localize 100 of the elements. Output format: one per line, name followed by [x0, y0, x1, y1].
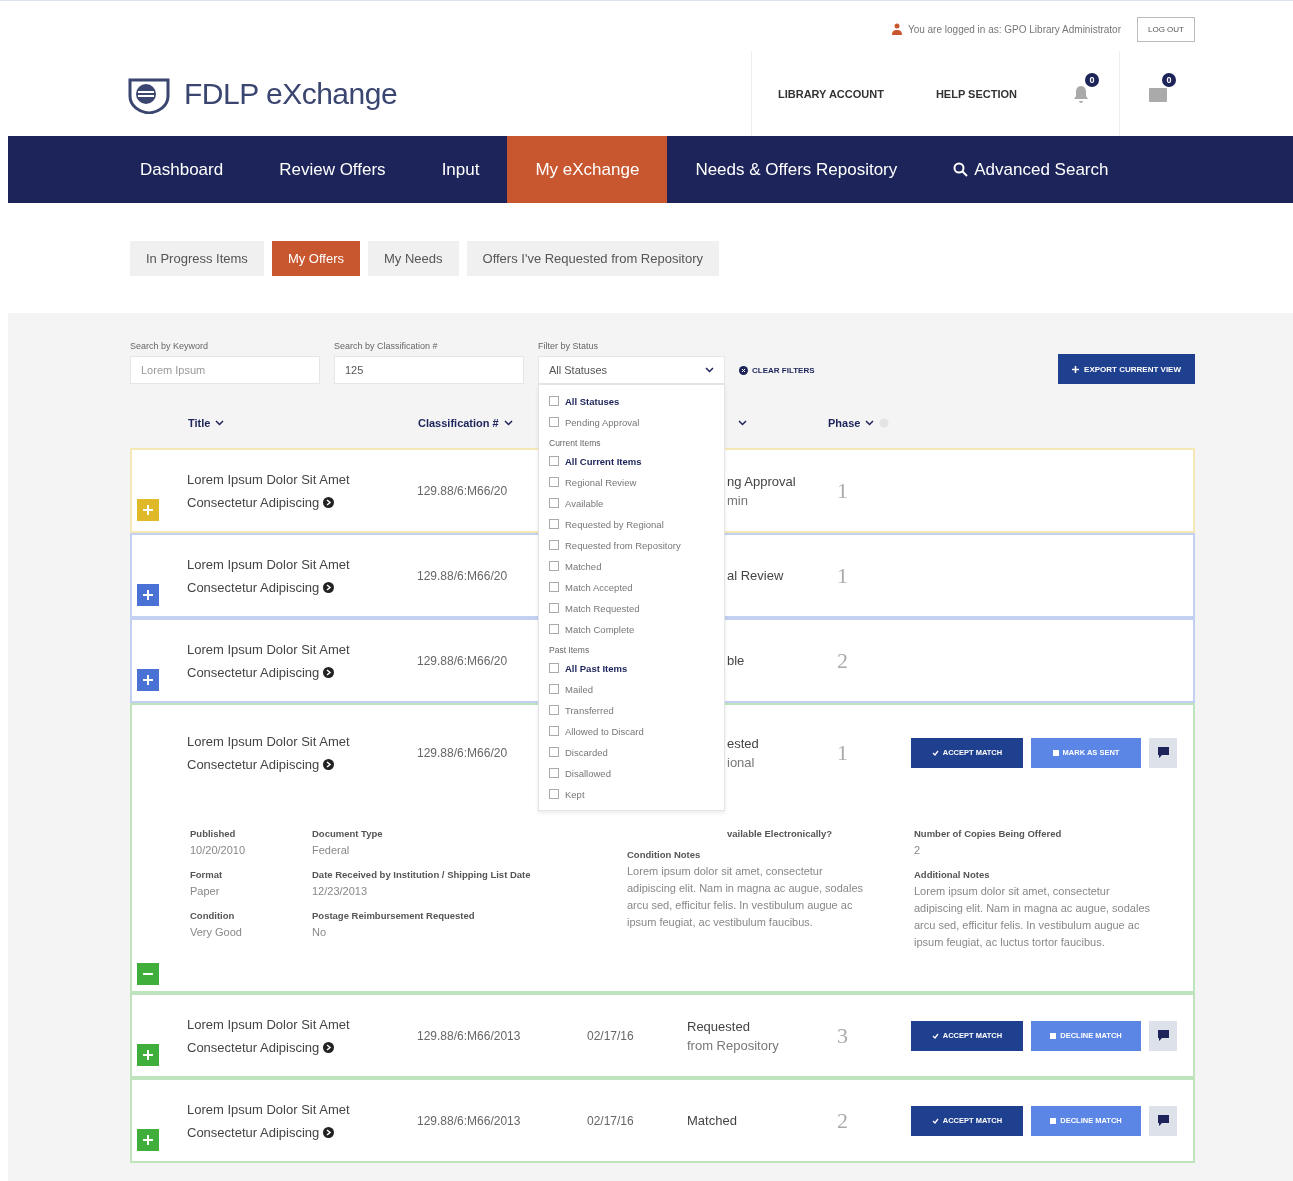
bell-button[interactable]: 0	[1043, 51, 1119, 136]
checkbox[interactable]	[549, 498, 559, 508]
chevron-down-icon	[738, 420, 747, 426]
chevron-down-icon	[215, 420, 225, 426]
item-title[interactable]: Lorem Ipsum Dolor Sit Amet Consectetur Adipiscing	[187, 552, 350, 599]
search-icon	[953, 162, 969, 177]
status-option[interactable]: All Statuses	[549, 393, 714, 409]
arrow-circle-icon	[322, 1041, 334, 1053]
checkbox[interactable]	[549, 396, 559, 406]
column-header[interactable]: Classification #	[415, 417, 513, 429]
message-button[interactable]	[1149, 1105, 1177, 1136]
expand-button[interactable]	[137, 1044, 159, 1066]
classification-cell: 129.88/6:M66/2013	[417, 1028, 521, 1043]
message-button[interactable]	[1149, 1020, 1177, 1051]
bell-icon	[1072, 83, 1090, 104]
expand-button[interactable]	[137, 669, 159, 691]
checkbox[interactable]	[549, 603, 559, 613]
column-header[interactable]: Phase	[825, 417, 890, 429]
nav-tab[interactable]: Needs & Offers Repository	[667, 136, 926, 203]
status-option[interactable]: Available	[549, 495, 714, 511]
status-option[interactable]: Match Requested	[549, 600, 714, 616]
detail-label: vailable Electronically?	[726, 828, 834, 839]
sub-tab[interactable]: My Needs	[368, 240, 459, 276]
nav-tab[interactable]: Advanced Search	[925, 136, 1137, 203]
status-option[interactable]: Discarded	[549, 744, 714, 760]
status-option[interactable]: Regional Review	[549, 474, 714, 490]
collapse-button[interactable]	[137, 963, 159, 985]
message-button[interactable]	[1149, 737, 1177, 768]
checkbox[interactable]	[549, 624, 559, 634]
header-link[interactable]: HELP SECTION	[909, 87, 1043, 100]
checkbox[interactable]	[549, 747, 559, 757]
status-option[interactable]: Requested from Repository	[549, 537, 714, 553]
status-option[interactable]: Pending Approval	[549, 414, 714, 430]
checkbox[interactable]	[549, 789, 559, 799]
status-option[interactable]: Mailed	[549, 681, 714, 697]
checkbox[interactable]	[549, 417, 559, 427]
keyword-input[interactable]: Lorem Ipsum	[130, 356, 320, 384]
status-option[interactable]: Allowed to Discard	[549, 723, 714, 739]
check-icon	[931, 749, 939, 756]
classification-input[interactable]: 125	[334, 356, 524, 384]
clear-filters-link[interactable]: CLEAR FILTERS	[739, 356, 815, 384]
status-option[interactable]: Kept	[549, 786, 714, 802]
checkbox[interactable]	[549, 663, 559, 673]
detail-label: Postage Reimbursement Requested	[312, 910, 476, 921]
checkbox[interactable]	[549, 582, 559, 592]
status-option[interactable]: Disallowed	[549, 765, 714, 781]
phase-number: 3	[836, 1022, 849, 1049]
classification-cell: 129.88/6:M66/2013	[417, 1113, 521, 1128]
classification-cell: 129.88/6:M66/20	[417, 568, 508, 583]
nav-tab[interactable]: Review Offers	[251, 136, 414, 203]
status-option[interactable]: All Current Items	[549, 453, 714, 469]
expand-button[interactable]	[137, 1129, 159, 1151]
checkbox[interactable]	[549, 477, 559, 487]
group-heading: Current Items	[549, 438, 602, 448]
chat-icon	[1157, 1030, 1169, 1041]
item-title[interactable]: Lorem Ipsum Dolor Sit Amet Consectetur Adipiscing	[187, 467, 350, 514]
checkbox[interactable]	[549, 540, 559, 550]
checkbox[interactable]	[549, 726, 559, 736]
status-option[interactable]: Matched	[549, 558, 714, 574]
expand-button[interactable]	[137, 499, 159, 521]
sub-tab[interactable]: In Progress Items	[130, 240, 264, 276]
status-select[interactable]: All Statuses	[538, 356, 725, 384]
phase-number: 1	[836, 477, 849, 504]
check-icon	[931, 1032, 939, 1039]
nav-tab[interactable]: Input	[413, 136, 508, 203]
item-title[interactable]: Lorem Ipsum Dolor Sit Amet Consectetur Adipiscing	[187, 1012, 350, 1059]
item-title[interactable]: Lorem Ipsum Dolor Sit Amet Consectetur Adipiscing	[187, 1097, 350, 1144]
nav-tab[interactable]: Dashboard	[112, 136, 252, 203]
checkbox[interactable]	[549, 705, 559, 715]
header-link[interactable]: LIBRARY ACCOUNT	[751, 87, 910, 100]
status-cell-text: Matched	[687, 1112, 737, 1130]
detail-value: 10/20/2010	[190, 843, 247, 858]
plus-icon	[1072, 365, 1080, 373]
sub-tab[interactable]: My Offers	[271, 240, 360, 276]
nav-tab[interactable]: My eXchange	[507, 136, 668, 203]
sub-tab[interactable]: Offers I've Requested from Repository	[466, 240, 719, 276]
arrow-circle-icon	[322, 581, 334, 593]
item-title[interactable]: Lorem Ipsum Dolor Sit Amet Consectetur Adipiscing	[187, 729, 350, 776]
checkbox[interactable]	[549, 768, 559, 778]
item-title[interactable]: Lorem Ipsum Dolor Sit Amet Consectetur Adipiscing	[187, 637, 350, 684]
arrow-circle-icon	[322, 758, 334, 770]
status-option[interactable]: Match Accepted	[549, 579, 714, 595]
phase-number: 1	[836, 739, 849, 766]
detail-value: 2	[914, 843, 922, 858]
classification-cell: 129.88/6:M66/20	[417, 745, 508, 760]
status-option[interactable]: Requested by Regional	[549, 516, 714, 532]
checkbox[interactable]	[549, 519, 559, 529]
export-button[interactable]: EXPORT CURRENT VIEW	[1058, 354, 1195, 384]
status-option[interactable]: Transferred	[549, 702, 714, 718]
checkbox[interactable]	[549, 456, 559, 466]
arrow-circle-icon	[322, 496, 334, 508]
logout-button[interactable]: LOG OUT	[1137, 16, 1195, 42]
status-option[interactable]: All Past Items	[549, 660, 714, 676]
checkbox[interactable]	[549, 561, 559, 571]
status-option[interactable]: Match Complete	[549, 621, 714, 637]
classification-cell: 129.88/6:M66/20	[417, 653, 508, 668]
column-header[interactable]: Title	[185, 417, 225, 429]
detail-label: Document Type	[312, 828, 384, 839]
expand-button[interactable]	[137, 584, 159, 606]
checkbox[interactable]	[549, 684, 559, 694]
